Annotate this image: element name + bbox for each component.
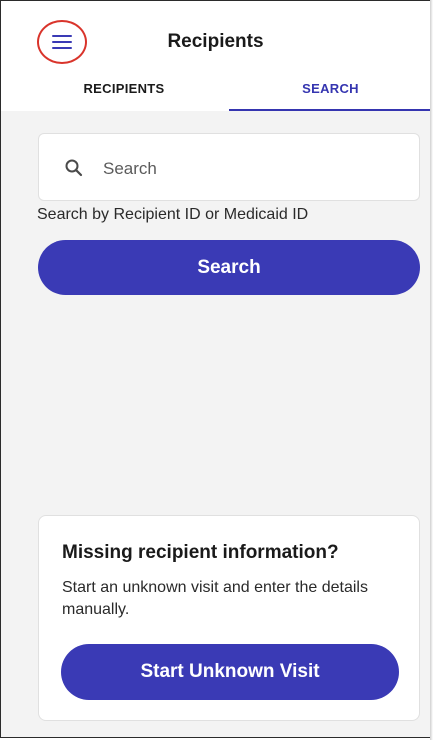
search-hint: Search by Recipient ID or Medicaid ID: [37, 206, 309, 223]
search-field[interactable]: [38, 133, 420, 201]
page-title: Recipients: [167, 31, 264, 52]
tab-bar: RECIPIENTS SEARCH: [1, 75, 430, 111]
tab-search[interactable]: SEARCH: [229, 75, 430, 111]
card-description: Start an unknown visit and enter the det…: [62, 579, 368, 618]
app-screen: Recipients RECIPIENTS SEARCH Search by R…: [0, 0, 431, 738]
tab-recipients[interactable]: RECIPIENTS: [31, 75, 217, 111]
app-header: Recipients RECIPIENTS SEARCH: [1, 1, 430, 111]
unknown-visit-card: Missing recipient information? Start an …: [38, 515, 420, 721]
card-title: Missing recipient information?: [62, 542, 339, 563]
search-button[interactable]: Search: [38, 240, 420, 295]
search-input[interactable]: [101, 152, 405, 186]
search-icon: [65, 159, 83, 177]
start-unknown-visit-button[interactable]: Start Unknown Visit: [61, 644, 399, 700]
